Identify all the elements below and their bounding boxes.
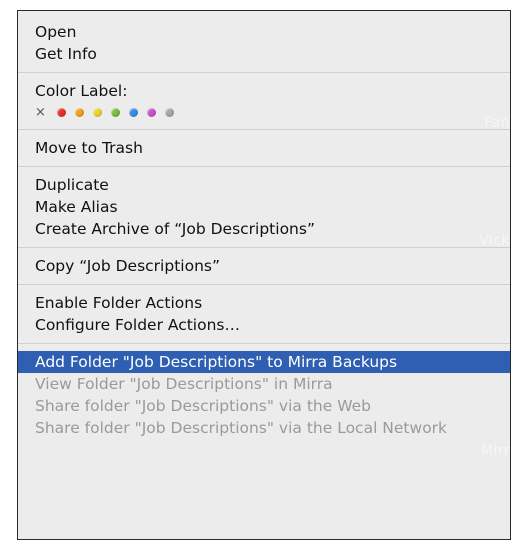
menu-item-open[interactable]: Open bbox=[18, 21, 510, 43]
red-color-swatch[interactable] bbox=[57, 107, 66, 117]
menu-separator bbox=[18, 166, 510, 167]
no-color-swatch[interactable]: × bbox=[35, 105, 46, 120]
context-menu: Fan Vick Ord Mirr Open Get Info Color La… bbox=[17, 10, 511, 540]
menu-item-share-via-web: Share folder "Job Descriptions" via the … bbox=[35, 397, 371, 415]
menu-separator bbox=[18, 72, 510, 73]
gray-color-swatch[interactable] bbox=[165, 107, 174, 117]
menu-item-configure-folder-actions[interactable]: Configure Folder Actions… bbox=[18, 314, 510, 336]
menu-item-share-via-local-network: Share folder "Job Descriptions" via the … bbox=[35, 419, 448, 437]
color-label-swatches: × bbox=[18, 102, 510, 122]
yellow-color-swatch[interactable] bbox=[93, 107, 102, 117]
menu-separator bbox=[18, 247, 510, 248]
orange-color-swatch[interactable] bbox=[75, 107, 84, 117]
background-ghost-text: Mirr bbox=[480, 443, 510, 459]
menu-item-make-alias[interactable]: Make Alias bbox=[18, 196, 510, 218]
color-label-heading: Color Label: bbox=[35, 82, 128, 100]
purple-color-swatch[interactable] bbox=[147, 107, 156, 117]
menu-item-move-to-trash[interactable]: Move to Trash bbox=[18, 137, 510, 159]
blue-color-swatch[interactable] bbox=[129, 107, 138, 117]
menu-separator bbox=[18, 284, 510, 285]
menu-item-create-archive[interactable]: Create Archive of “Job Descriptions” bbox=[18, 218, 510, 240]
green-color-swatch[interactable] bbox=[111, 107, 120, 117]
menu-item-duplicate[interactable]: Duplicate bbox=[18, 174, 510, 196]
menu-item-get-info[interactable]: Get Info bbox=[18, 43, 510, 65]
menu-item-copy[interactable]: Copy “Job Descriptions” bbox=[18, 255, 510, 277]
menu-item-add-to-mirra-backups[interactable]: Add Folder "Job Descriptions" to Mirra B… bbox=[18, 351, 510, 373]
menu-item-view-in-mirra: View Folder "Job Descriptions" in Mirra bbox=[35, 375, 333, 393]
menu-item-enable-folder-actions[interactable]: Enable Folder Actions bbox=[18, 292, 510, 314]
menu-separator bbox=[18, 343, 510, 344]
menu-separator bbox=[18, 129, 510, 130]
